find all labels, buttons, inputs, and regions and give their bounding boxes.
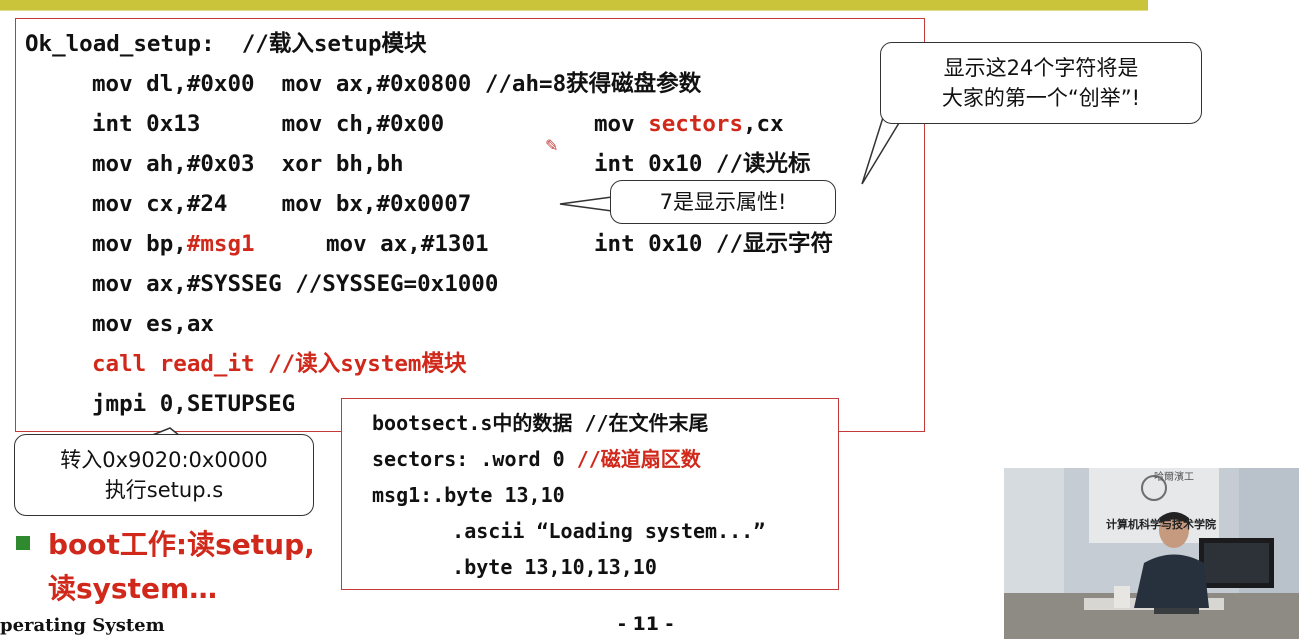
msg1-ref: #msg1 (186, 231, 255, 257)
footer-course-name: perating System (0, 615, 165, 636)
code-line-5-int: int 0x10 //显示字符 (594, 231, 834, 257)
callout-jump-line1: 转入0x9020:0x0000 (60, 448, 268, 472)
code-line-2-sectors: mov sectors,cx (594, 110, 784, 138)
video-sign-top: 哈爾濱工 (1154, 472, 1194, 483)
data-line-4: .ascii “Loading system...” (404, 519, 766, 543)
callout-top-right-line1: 显示这24个字符将是 (943, 56, 1139, 80)
top-accent-line (0, 10, 1148, 11)
callout-jump-line2: 执行setup.s (104, 478, 224, 502)
code-line-6: mov ax,#SYSSEG //SYSSEG=0x1000 (92, 271, 499, 297)
mov-prefix: mov (594, 111, 649, 137)
instructor-video: 哈爾濱工 计算机科学与技术学院 (1004, 468, 1299, 639)
callout-jump: 转入0x9020:0x0000 执行setup.s (14, 434, 314, 516)
footer-page-number: - 11 - (618, 613, 674, 635)
code-line-2: int 0x13 mov ch,#0x00 (92, 111, 445, 137)
sectors-word: sectors (648, 111, 744, 137)
code-line-3: mov ah,#0x03 xor bh,bh (92, 151, 404, 177)
data-line-5: .byte 13,10,13,10 (404, 555, 657, 579)
code-line-label: Ok_load_setup: //载入setup模块 (25, 31, 427, 57)
callout-attr: 7是显示属性! (610, 180, 836, 224)
code-line-7: mov es,ax (92, 311, 214, 337)
code-line-3-int: int 0x10 //读光标 (594, 151, 811, 177)
cx-suffix: ,cx (743, 111, 784, 137)
data-line-3: msg1:.byte 13,10 (372, 483, 565, 507)
code-line-8: call read_it //读入system模块 (92, 351, 467, 377)
bullet-line-1: boot工作:读setup, (48, 528, 315, 561)
mov-bp: mov bp, (92, 231, 187, 257)
callout-top-right-line2: 大家的第一个“创举”! (941, 86, 1141, 110)
sectors-comment: //磁道扇区数 (576, 447, 701, 471)
data-line-2: sectors: .word 0 //磁道扇区数 (372, 446, 701, 472)
pen-cursor-icon: ✎ (545, 136, 559, 155)
code-line-5-mov-ax: mov ax,#1301 (326, 231, 489, 257)
code-line-9: jmpi 0,SETUPSEG (92, 391, 296, 417)
code-line-5: mov bp,#msg1 (92, 230, 255, 258)
video-sign-text: 计算机科学与技术学院 (1106, 518, 1216, 531)
bullet-square-icon (16, 536, 30, 550)
code-line-4: mov cx,#24 mov bx,#0x0007 (92, 191, 472, 217)
bullet-line-2: 读system… (48, 572, 218, 605)
callout-attr-text: 7是显示属性! (659, 190, 787, 214)
top-accent-bar (0, 0, 1148, 10)
sectors-decl: sectors: .word 0 (372, 447, 577, 471)
code-line-1: mov dl,#0x00 mov ax,#0x0800 //ah=8获得磁盘参数 (92, 71, 702, 97)
data-line-1: bootsect.s中的数据 //在文件末尾 (372, 411, 709, 435)
callout-top-right: 显示这24个字符将是 大家的第一个“创举”! (880, 42, 1202, 124)
video-scene (1004, 468, 1299, 639)
